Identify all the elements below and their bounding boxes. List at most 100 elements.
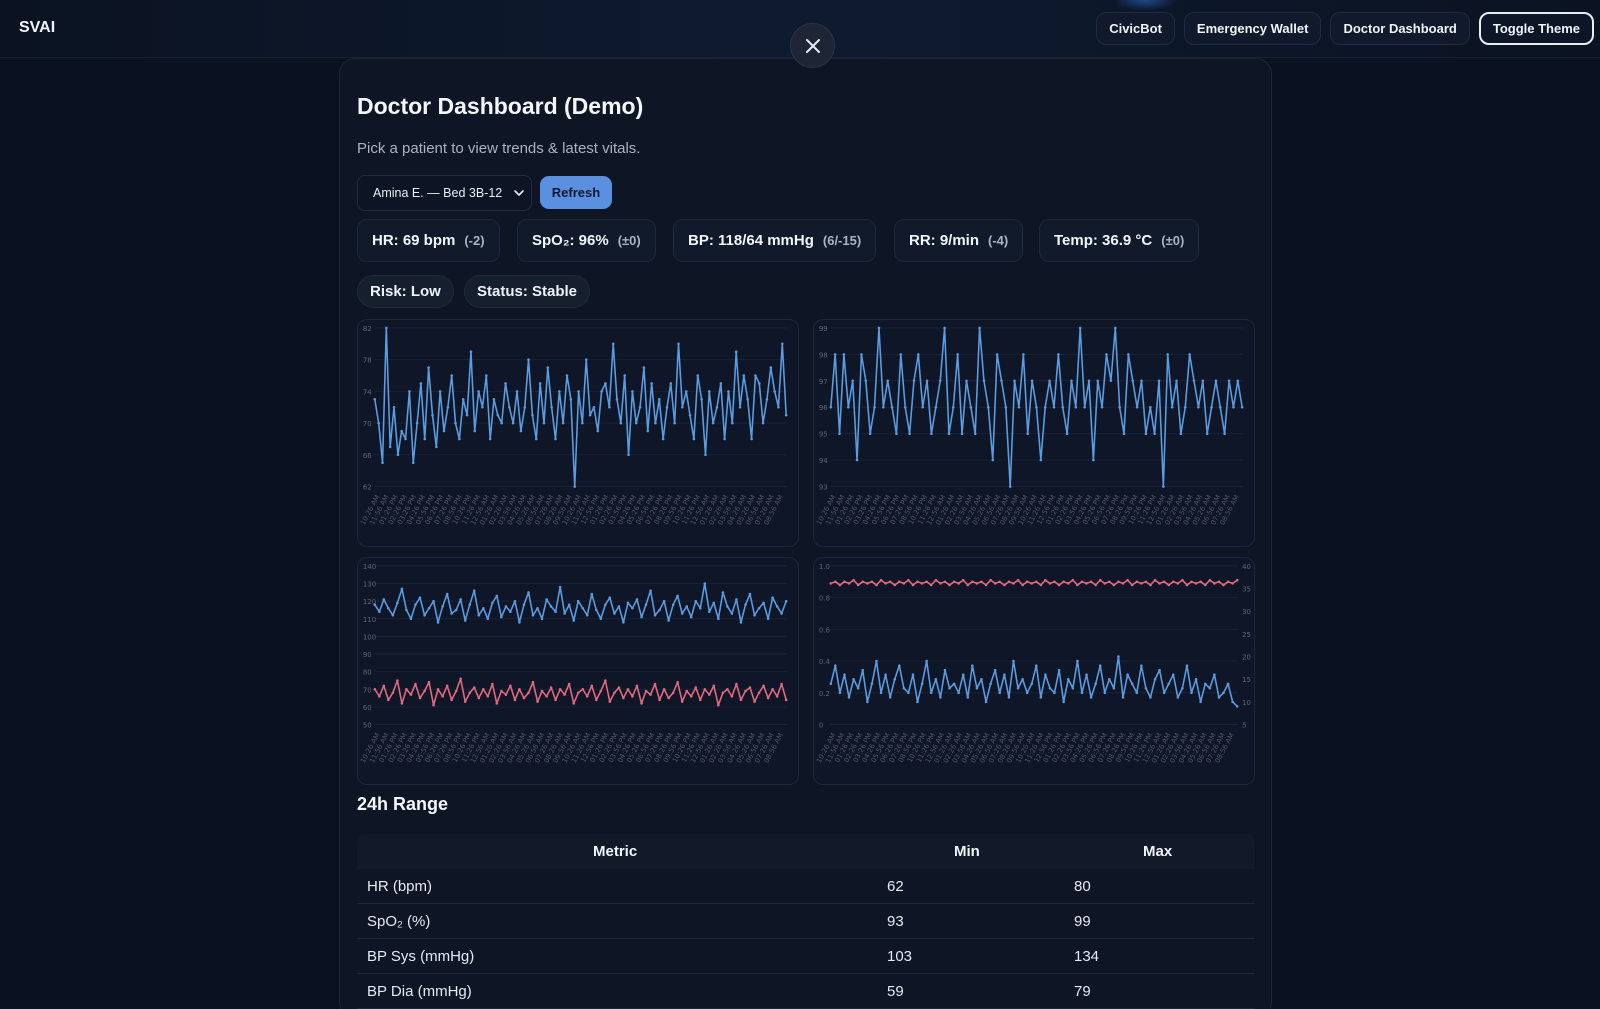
data-point xyxy=(829,582,833,585)
data-point xyxy=(382,598,386,601)
chart-hr: 62 66 70 74 78 82 10:26 AM 11:56 AM 01:26 PM 02:2… xyxy=(357,319,799,547)
data-point xyxy=(536,700,539,703)
data-point xyxy=(1052,405,1056,409)
data-point xyxy=(1030,582,1034,585)
data-point xyxy=(708,610,711,614)
data-point xyxy=(1240,405,1244,409)
data-point xyxy=(908,432,911,435)
refresh-button[interactable]: Refresh xyxy=(540,176,612,209)
data-point xyxy=(653,682,657,686)
data-point xyxy=(993,668,997,672)
data-point xyxy=(943,580,947,584)
data-point xyxy=(1030,379,1034,383)
data-point xyxy=(1044,673,1047,676)
data-point xyxy=(1096,379,1100,383)
data-point xyxy=(1067,677,1070,681)
data-point xyxy=(592,405,596,409)
data-point xyxy=(635,598,639,601)
data-point xyxy=(1076,659,1079,663)
close-modal-button[interactable] xyxy=(790,23,835,68)
data-point xyxy=(890,405,894,409)
data-point xyxy=(427,606,431,610)
data-point xyxy=(1057,583,1061,587)
data-point xyxy=(665,405,669,409)
y-tick-label: 66 xyxy=(363,452,372,460)
data-point xyxy=(1048,686,1052,690)
data-point xyxy=(400,587,404,591)
data-point xyxy=(966,583,970,587)
data-point xyxy=(715,405,719,409)
data-point xyxy=(1222,691,1225,695)
data-point xyxy=(1131,379,1135,383)
data-point xyxy=(576,599,580,603)
data-point xyxy=(1214,379,1218,383)
data-point xyxy=(391,691,395,695)
data-point xyxy=(1208,686,1212,690)
series-line xyxy=(374,327,787,488)
data-point xyxy=(680,612,684,615)
data-point xyxy=(391,614,395,617)
data-point xyxy=(461,398,465,401)
data-point xyxy=(604,603,607,606)
data-point xyxy=(676,680,679,684)
chart-hr-svg: 62667074788210:26 AM11:56 AM01:26 PM02:2… xyxy=(359,325,788,526)
patient-select[interactable]: Amina E. — Bed 3B-12 xyxy=(357,175,532,211)
y-tick-label: 140 xyxy=(363,563,376,571)
y-tick-label: 62 xyxy=(363,484,372,492)
data-point xyxy=(545,695,548,698)
data-point xyxy=(1057,668,1061,672)
table-cell-metric: SpO₂ (%) xyxy=(367,913,431,930)
data-point xyxy=(746,398,749,401)
data-point xyxy=(1148,405,1152,409)
data-point xyxy=(1087,379,1091,383)
data-point xyxy=(1183,405,1187,409)
data-point xyxy=(1218,405,1222,409)
data-point xyxy=(1016,578,1020,582)
data-point xyxy=(558,687,562,691)
data-point xyxy=(1167,682,1170,686)
y-tick-label: 70 xyxy=(363,420,372,428)
data-point xyxy=(619,421,623,425)
nav-emergency-wallet-button[interactable]: Emergency Wallet xyxy=(1183,12,1322,45)
data-point xyxy=(1000,379,1003,383)
nav-doctor-dashboard-button[interactable]: Doctor Dashboard xyxy=(1330,12,1470,45)
nav-civicbot-button[interactable]: CivicBot xyxy=(1096,12,1175,45)
data-point xyxy=(856,686,860,690)
brand-logo[interactable]: SVAI xyxy=(19,19,55,37)
data-point xyxy=(738,405,742,409)
data-point xyxy=(405,687,408,691)
data-point xyxy=(1188,353,1191,356)
data-point xyxy=(980,677,983,681)
data-point xyxy=(1108,677,1111,681)
data-point xyxy=(866,582,869,585)
data-point xyxy=(956,353,959,356)
data-point xyxy=(491,682,494,686)
data-point xyxy=(982,379,986,383)
data-point xyxy=(930,432,933,435)
data-point xyxy=(1153,578,1157,582)
vital-hr: HR: 69 bpm (-2) xyxy=(357,219,500,262)
data-point xyxy=(925,659,928,663)
table-cell-metric: BP Dia (mmHg) xyxy=(367,983,472,1000)
data-point xyxy=(699,606,702,610)
data-point xyxy=(847,696,851,699)
data-point xyxy=(712,684,716,688)
data-point xyxy=(463,619,467,622)
data-point xyxy=(730,695,734,698)
chart-spo2: 93 94 95 96 97 98 99 10:26 AM 11:56 AM 01:26 PM 02… xyxy=(813,319,1255,547)
data-point xyxy=(1089,580,1093,584)
data-point xyxy=(382,684,386,688)
data-point xyxy=(1140,582,1143,585)
data-point xyxy=(1017,405,1021,409)
data-point xyxy=(886,379,889,383)
y-tick-label: 110 xyxy=(363,616,376,624)
data-point xyxy=(396,601,399,605)
data-point xyxy=(703,582,707,585)
toggle-theme-button[interactable]: Toggle Theme xyxy=(1478,12,1594,45)
data-point xyxy=(542,421,546,425)
data-point xyxy=(486,695,490,698)
data-point xyxy=(472,589,476,592)
data-point xyxy=(739,698,743,702)
vital-rr: RR: 9/min (-4) xyxy=(894,219,1024,262)
data-point xyxy=(581,687,585,691)
